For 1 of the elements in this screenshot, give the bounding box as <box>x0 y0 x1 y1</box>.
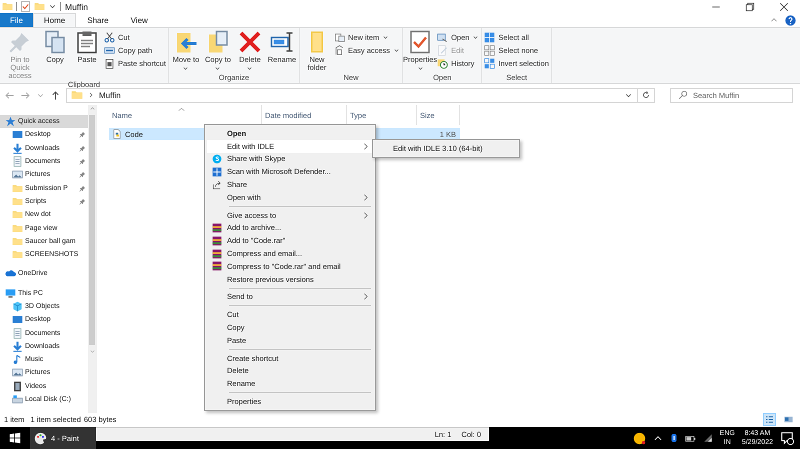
window-title: Muffin <box>65 2 88 12</box>
